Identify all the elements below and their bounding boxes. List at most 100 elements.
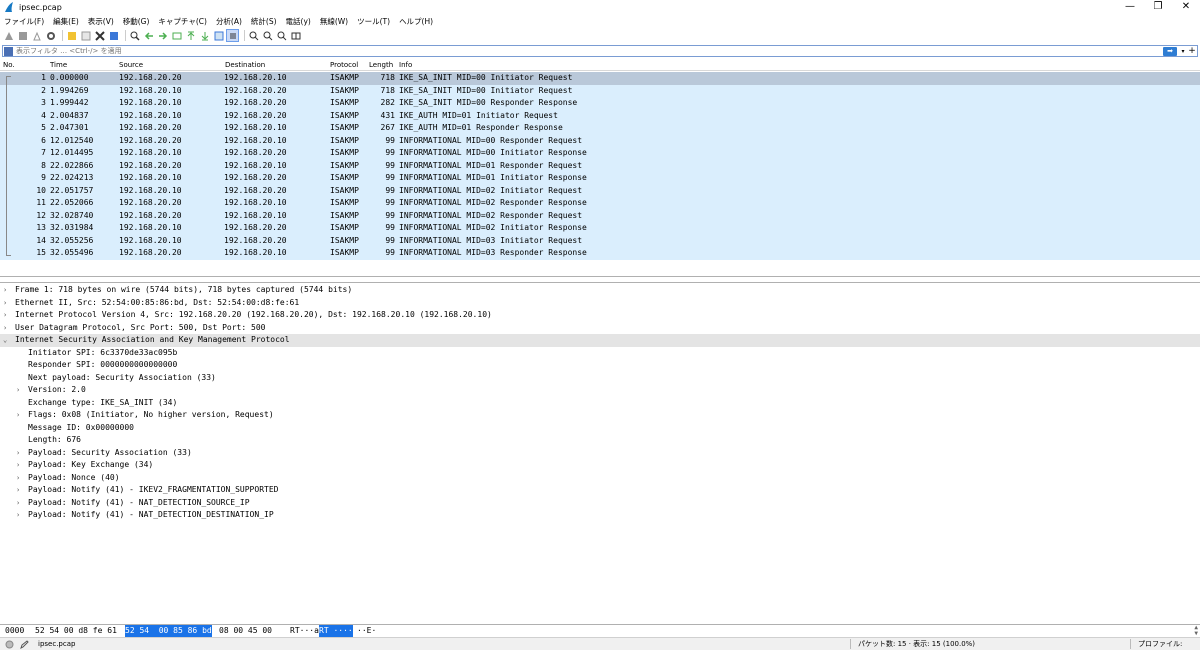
column-no[interactable]: No.	[3, 61, 15, 69]
save-file-icon[interactable]	[80, 30, 91, 41]
packet-row[interactable]: 5 2.047301 192.168.20.20 192.168.20.10 ISAKM…	[0, 122, 1200, 135]
zoom-reset-icon[interactable]	[276, 30, 287, 41]
packet-row[interactable]: 12 32.028740 192.168.20.20 192.168.20.10 ISA…	[0, 209, 1200, 222]
detail-row[interactable]: › Payload: Notify (41) - NAT_DETECTION_DE…	[0, 509, 1200, 522]
capture-options-icon[interactable]	[45, 30, 56, 41]
open-file-icon[interactable]	[66, 30, 77, 41]
column-time[interactable]: Time	[50, 61, 67, 69]
expand-arrow-icon[interactable]: ›	[3, 322, 7, 335]
bytes-hex-highlight[interactable]: 52 54 00 85 86 bd	[125, 625, 212, 637]
expand-arrow-icon[interactable]: ›	[3, 309, 7, 322]
packet-row[interactable]: 10 22.051757 192.168.20.10 192.168.20.20 ISA…	[0, 184, 1200, 197]
stop-capture-icon[interactable]	[17, 30, 28, 41]
packet-row[interactable]: 3 1.999442 192.168.20.10 192.168.20.20 ISAKM…	[0, 97, 1200, 110]
expand-arrow-icon[interactable]: ›	[3, 297, 7, 310]
detail-row[interactable]: › Payload: Security Association (33)	[0, 447, 1200, 460]
restart-capture-icon[interactable]	[31, 30, 42, 41]
expand-arrow-icon[interactable]: ›	[16, 447, 20, 460]
edit-comment-icon[interactable]	[20, 640, 29, 649]
bytes-ascii-a[interactable]: RT···a	[290, 625, 319, 637]
detail-row[interactable]: Length: 676	[0, 434, 1200, 447]
start-capture-icon[interactable]	[3, 30, 14, 41]
menu-file[interactable]: ファイル(F)	[4, 16, 44, 27]
packet-row[interactable]: 1 0.000000 192.168.20.20 192.168.20.10 ISAKM…	[0, 72, 1200, 85]
detail-row[interactable]: › User Datagram Protocol, Src Port: 500, …	[0, 322, 1200, 335]
column-length[interactable]: Length	[369, 61, 393, 69]
menu-capture[interactable]: キャプチャ(C)	[158, 16, 207, 27]
colorize-icon[interactable]	[226, 29, 239, 42]
expand-arrow-icon[interactable]: ›	[16, 384, 20, 397]
packet-row[interactable]: 9 22.024213 192.168.20.10 192.168.20.20 ISAK…	[0, 172, 1200, 185]
last-packet-icon[interactable]	[199, 30, 210, 41]
reload-file-icon[interactable]	[108, 30, 119, 41]
detail-row[interactable]: › Version: 2.0	[0, 384, 1200, 397]
bytes-hex-b[interactable]: 08 00 45 00	[219, 625, 272, 637]
packet-row[interactable]: 6 12.012540 192.168.20.20 192.168.20.10 ISAK…	[0, 134, 1200, 147]
autoscroll-icon[interactable]	[213, 30, 224, 41]
apply-filter-button[interactable]: ➡	[1163, 46, 1177, 56]
go-to-packet-icon[interactable]	[171, 30, 182, 41]
go-forward-icon[interactable]	[157, 30, 168, 41]
column-protocol[interactable]: Protocol	[330, 61, 358, 69]
find-packet-icon[interactable]	[129, 30, 140, 41]
restore-button[interactable]: ❐	[1144, 0, 1172, 14]
detail-row[interactable]: Next payload: Security Association (33)	[0, 372, 1200, 385]
go-back-icon[interactable]	[143, 30, 154, 41]
detail-row[interactable]: Message ID: 0x00000000	[0, 422, 1200, 435]
close-button[interactable]: ✕	[1172, 0, 1200, 14]
detail-row[interactable]: › Flags: 0x08 (Initiator, No higher versi…	[0, 409, 1200, 422]
column-info[interactable]: Info	[399, 61, 412, 69]
menu-edit[interactable]: 編集(E)	[53, 16, 79, 27]
detail-row[interactable]: Responder SPI: 0000000000000000	[0, 359, 1200, 372]
zoom-in-icon[interactable]	[248, 30, 259, 41]
close-file-icon[interactable]	[94, 30, 105, 41]
bytes-scroll-icon[interactable]: ▲ ▼	[1194, 625, 1198, 637]
column-destination[interactable]: Destination	[225, 61, 265, 69]
expand-arrow-icon[interactable]: ›	[3, 284, 7, 297]
packet-row[interactable]: 4 2.004837 192.168.20.10 192.168.20.20 ISAKM…	[0, 109, 1200, 122]
bookmark-icon[interactable]	[4, 46, 13, 56]
menu-analyze[interactable]: 分析(A)	[216, 16, 242, 27]
resize-columns-icon[interactable]	[290, 30, 301, 41]
expert-info-icon[interactable]	[5, 640, 14, 649]
zoom-out-icon[interactable]	[262, 30, 273, 41]
status-profile[interactable]: プロファイル: Default	[1138, 638, 1200, 650]
filter-history-dropdown[interactable]: ▾	[1179, 48, 1187, 55]
menu-tools[interactable]: ツール(T)	[357, 16, 390, 27]
expand-arrow-icon[interactable]: ›	[16, 484, 20, 497]
detail-row[interactable]: ⌄ Internet Security Association and Key M…	[0, 334, 1200, 347]
packet-row[interactable]: 15 32.055496 192.168.20.20 192.168.20.10 ISA…	[0, 247, 1200, 260]
packet-row[interactable]: 7 12.014495 192.168.20.10 192.168.20.20 ISAK…	[0, 147, 1200, 160]
expand-arrow-icon[interactable]: ›	[16, 497, 20, 510]
packet-row[interactable]: 14 32.055256 192.168.20.10 192.168.20.20 ISA…	[0, 234, 1200, 247]
menu-statistics[interactable]: 統計(S)	[251, 16, 277, 27]
detail-row[interactable]: › Payload: Notify (41) - IKEV2_FRAGMENTAT…	[0, 484, 1200, 497]
menu-wireless[interactable]: 無線(W)	[320, 16, 348, 27]
bytes-ascii-highlight[interactable]: RT ····	[319, 625, 353, 637]
packet-row[interactable]: 13 32.031984 192.168.20.10 192.168.20.20 ISA…	[0, 222, 1200, 235]
minimize-button[interactable]: —	[1116, 0, 1144, 14]
packet-row[interactable]: 8 22.022866 192.168.20.20 192.168.20.10 ISAK…	[0, 159, 1200, 172]
detail-row[interactable]: Initiator SPI: 6c3370de33ac095b	[0, 347, 1200, 360]
menu-help[interactable]: ヘルプ(H)	[399, 16, 433, 27]
expand-arrow-icon[interactable]: ›	[16, 409, 20, 422]
packet-row[interactable]: 11 22.052066 192.168.20.20 192.168.20.10 ISA…	[0, 197, 1200, 210]
bytes-hex-a[interactable]: 52 54 00 d8 fe 61	[35, 625, 117, 637]
expand-arrow-icon[interactable]: ›	[16, 509, 20, 522]
detail-row[interactable]: › Payload: Key Exchange (34)	[0, 459, 1200, 472]
detail-row[interactable]: › Ethernet II, Src: 52:54:00:85:86:bd, Ds…	[0, 297, 1200, 310]
menu-view[interactable]: 表示(V)	[88, 16, 114, 27]
menu-go[interactable]: 移動(G)	[123, 16, 150, 27]
expand-arrow-icon[interactable]: ›	[16, 459, 20, 472]
detail-row[interactable]: › Payload: Notify (41) - NAT_DETECTION_SO…	[0, 497, 1200, 510]
menu-telephony[interactable]: 電話(y)	[286, 16, 311, 27]
detail-row[interactable]: › Payload: Nonce (40)	[0, 472, 1200, 485]
first-packet-icon[interactable]	[185, 30, 196, 41]
expand-arrow-icon[interactable]: ›	[16, 472, 20, 485]
packet-row[interactable]: 2 1.994269 192.168.20.10 192.168.20.20 ISAKM…	[0, 84, 1200, 97]
detail-row[interactable]: › Internet Protocol Version 4, Src: 192.1…	[0, 309, 1200, 322]
detail-row[interactable]: Exchange type: IKE_SA_INIT (34)	[0, 397, 1200, 410]
detail-row[interactable]: › Frame 1: 718 bytes on wire (5744 bits),…	[0, 284, 1200, 297]
bytes-ascii-b[interactable]: ··E·	[357, 625, 376, 637]
column-source[interactable]: Source	[119, 61, 143, 69]
